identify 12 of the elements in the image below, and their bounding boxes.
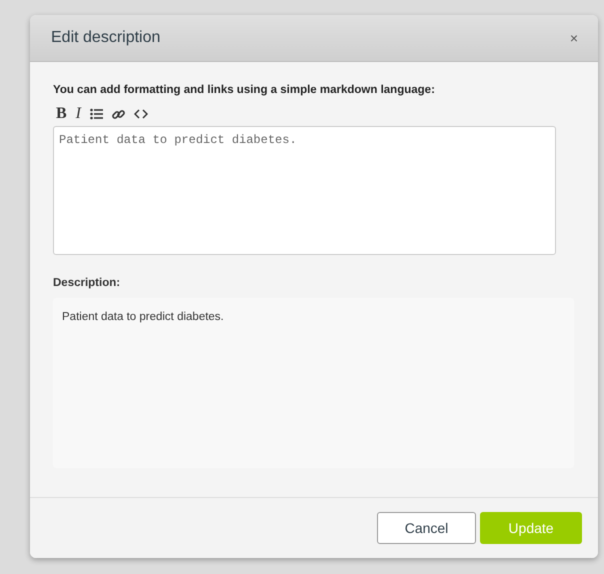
cancel-button[interactable]: Cancel [377, 512, 476, 544]
list-icon[interactable] [90, 108, 103, 120]
italic-button[interactable]: I [76, 106, 81, 122]
close-button[interactable]: × [570, 30, 578, 46]
bold-button[interactable]: B [56, 106, 67, 122]
hint-text: You can add formatting and links using a simple markdown language: [53, 84, 436, 96]
description-preview: Patient data to predict diabetes. [53, 298, 574, 468]
markdown-input-field[interactable]: Patient data to predict diabetes. [53, 126, 556, 255]
code-icon[interactable] [134, 108, 148, 120]
dialog-title: Edit description [51, 29, 160, 47]
description-label: Description: [53, 277, 122, 289]
link-icon[interactable] [112, 108, 125, 120]
